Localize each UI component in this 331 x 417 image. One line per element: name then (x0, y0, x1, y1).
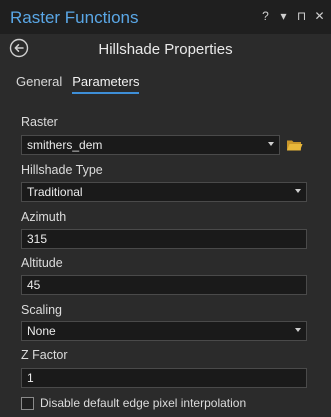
scaling-select[interactable]: None (21, 321, 307, 341)
scaling-value: None (27, 324, 56, 338)
azimuth-input[interactable]: 315 (21, 229, 307, 249)
folder-icon[interactable] (286, 138, 303, 152)
raster-select[interactable]: smithers_dem (21, 135, 280, 155)
raster-label: Raster (21, 115, 58, 129)
hillshade-type-value: Traditional (27, 185, 83, 199)
chevron-down-icon (295, 328, 301, 332)
azimuth-label: Azimuth (21, 210, 67, 224)
chevron-down-icon (295, 189, 301, 193)
altitude-input[interactable]: 45 (21, 275, 307, 295)
parameters-form: Raster smithers_dem Hillshade Type Tradi… (0, 0, 331, 417)
z-factor-input[interactable]: 1 (21, 368, 307, 388)
scaling-label: Scaling (21, 303, 62, 317)
altitude-label: Altitude (21, 256, 63, 270)
raster-value: smithers_dem (27, 138, 103, 152)
z-factor-label: Z Factor (21, 348, 68, 362)
edge-interpolation-row: Disable default edge pixel interpolation (21, 396, 246, 410)
edge-interpolation-checkbox[interactable] (21, 396, 34, 410)
hillshade-type-label: Hillshade Type (21, 163, 103, 177)
edge-interpolation-label: Disable default edge pixel interpolation (40, 396, 247, 410)
hillshade-type-select[interactable]: Traditional (21, 182, 307, 202)
chevron-down-icon (268, 142, 274, 146)
